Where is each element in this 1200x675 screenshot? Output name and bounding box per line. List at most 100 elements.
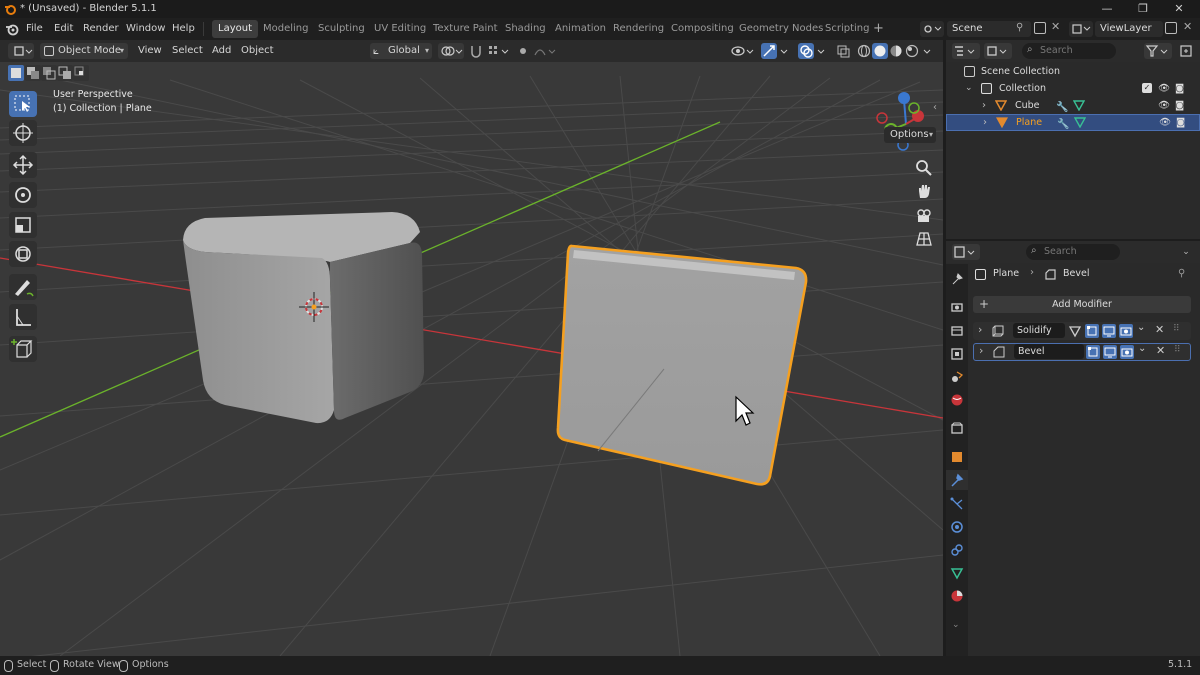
select-extend-icon[interactable] (25, 65, 41, 81)
eye-icon[interactable]: 👁 (1158, 97, 1170, 114)
object-tab-icon[interactable] (950, 450, 964, 464)
close-icon[interactable]: ✕ (1172, 2, 1186, 16)
annotate-tool[interactable] (9, 274, 37, 300)
scene-browse-icon[interactable] (920, 21, 944, 37)
select-intersect-icon[interactable] (73, 65, 89, 81)
blender-menu-icon[interactable] (5, 22, 19, 36)
cursor-tool[interactable] (9, 120, 37, 146)
render-camera-icon[interactable] (1119, 324, 1133, 338)
chevron-right-icon[interactable]: › (979, 344, 983, 357)
proportional-edit-icon[interactable] (516, 43, 530, 59)
transform-tool[interactable] (9, 241, 37, 267)
menu-edit[interactable]: Edit (54, 21, 73, 37)
modifier-solidify[interactable]: › Solidify ⌄ ✕ ⠿ (973, 322, 1191, 340)
menu-render[interactable]: Render (83, 21, 119, 37)
menu-window[interactable]: Window (126, 21, 165, 37)
close-icon[interactable]: ✕ (1155, 323, 1164, 336)
delete-view-layer-icon[interactable]: ✕ (1183, 20, 1192, 33)
tab-uv-editing[interactable]: UV Editing (368, 20, 432, 38)
display-mode-icon[interactable] (984, 43, 1012, 59)
add-workspace-icon[interactable]: + (873, 21, 884, 37)
object-mode-dropdown[interactable]: Object Mode ▾ (40, 43, 128, 59)
rendered-shading-icon[interactable] (904, 43, 920, 59)
menu-view[interactable]: View (138, 43, 162, 59)
bevel-name-field[interactable]: Bevel (1014, 344, 1084, 359)
new-collection-icon[interactable] (1178, 43, 1194, 59)
select-subtract-icon[interactable] (41, 65, 57, 81)
perspective-toggle-icon[interactable] (914, 229, 934, 249)
delete-scene-icon[interactable]: ✕ (1051, 20, 1060, 33)
chevron-down-icon[interactable] (778, 43, 790, 59)
close-icon[interactable]: ✕ (1156, 344, 1165, 357)
chevron-right-icon[interactable]: › (978, 323, 982, 336)
tab-rendering[interactable]: Rendering (607, 20, 670, 38)
maximize-icon[interactable]: ❐ (1136, 2, 1150, 16)
chevron-right-icon[interactable]: › (983, 114, 987, 131)
add-modifier-button[interactable]: + Add Modifier (973, 296, 1191, 313)
pin-icon[interactable]: ⚲ (1016, 22, 1028, 34)
chevron-down-icon[interactable]: ⌄ (1178, 244, 1194, 260)
properties-search-input[interactable]: Search (1026, 244, 1120, 260)
checkbox-icon[interactable]: ✓ (1142, 83, 1152, 93)
outliner-row-cube[interactable]: › Cube 🔧 👁 ◙ (946, 97, 1200, 114)
eye-icon[interactable]: 👁 (1158, 80, 1170, 97)
visibility-dropdown-icon[interactable] (730, 43, 756, 59)
new-scene-icon[interactable] (1034, 22, 1046, 34)
overlays-toggle-icon[interactable] (798, 43, 814, 59)
edit-mode-cage-icon[interactable] (1068, 324, 1082, 338)
outliner-row-collection[interactable]: ⌄ Collection ✓ 👁 ◙ (946, 80, 1200, 97)
camera-render-icon[interactable]: ◙ (1176, 114, 1185, 131)
tab-animation[interactable]: Animation (549, 20, 612, 38)
output-tab-icon[interactable] (950, 324, 964, 338)
new-view-layer-icon[interactable] (1165, 22, 1177, 34)
filter-icon[interactable] (1144, 43, 1172, 59)
pin-icon[interactable]: ⚲ (1178, 268, 1185, 279)
outliner-search-input[interactable]: Search (1022, 43, 1116, 59)
snap-target-icon[interactable] (486, 43, 512, 59)
modifier-bevel[interactable]: › Bevel ⌄ ✕ ⠿ (973, 343, 1191, 361)
tab-sculpting[interactable]: Sculpting (312, 20, 371, 38)
zoom-icon[interactable] (914, 158, 934, 178)
pivot-point-icon[interactable] (438, 43, 464, 59)
drag-handle-icon[interactable]: ⠿ (1174, 345, 1181, 355)
constraints-tab-icon[interactable] (950, 543, 964, 557)
tab-scripting[interactable]: Scripting (819, 20, 875, 38)
view-layer-browse-icon[interactable] (1069, 21, 1093, 37)
chevron-down-icon[interactable]: ⌄ (965, 80, 973, 97)
minimize-icon[interactable]: — (1100, 2, 1114, 16)
tab-shading[interactable]: Shading (499, 20, 552, 38)
camera-icon[interactable] (914, 205, 934, 225)
tool-tab-icon[interactable] (950, 272, 964, 286)
sidebar-expand-icon[interactable]: ‹ (933, 102, 937, 113)
chevron-down-icon[interactable]: ⌄ (1137, 322, 1145, 333)
add-cube-tool[interactable] (9, 336, 37, 362)
outliner-row-scene-collection[interactable]: Scene Collection (946, 63, 1200, 80)
outliner-row-plane[interactable]: › Plane 🔧 👁 ◙ (946, 114, 1200, 131)
solid-shading-icon[interactable] (872, 43, 888, 59)
proportional-falloff-icon[interactable] (532, 43, 558, 59)
data-tab-icon[interactable] (950, 566, 964, 580)
chevron-down-icon[interactable] (921, 43, 933, 59)
select-invert-icon[interactable] (57, 65, 73, 81)
tab-texture-paint[interactable]: Texture Paint (427, 20, 504, 38)
edit-mode-icon[interactable] (1086, 345, 1100, 359)
options-dropdown[interactable]: Options ▾ (884, 127, 936, 143)
tab-modeling[interactable]: Modeling (257, 20, 315, 38)
eye-icon[interactable]: 👁 (1159, 114, 1171, 131)
menu-object[interactable]: Object (241, 43, 274, 59)
scale-tool[interactable] (9, 212, 37, 238)
chevron-down-icon[interactable] (815, 43, 827, 59)
tab-compositing[interactable]: Compositing (665, 20, 740, 38)
physics-tab-icon[interactable] (950, 520, 964, 534)
menu-add[interactable]: Add (212, 43, 231, 59)
edit-mode-icon[interactable] (1085, 324, 1099, 338)
wireframe-shading-icon[interactable] (856, 43, 872, 59)
camera-render-icon[interactable]: ◙ (1175, 80, 1184, 97)
transform-orientation-dropdown[interactable]: ⟀ Global ▾ (370, 43, 432, 59)
modifier-tab-active[interactable] (946, 470, 968, 490)
menu-select[interactable]: Select (172, 43, 203, 59)
rotate-tool[interactable] (9, 182, 37, 208)
pan-hand-icon[interactable] (914, 181, 934, 201)
view-layer-field[interactable]: ViewLayer (1095, 21, 1163, 37)
solidify-name-field[interactable]: Solidify (1013, 323, 1065, 338)
